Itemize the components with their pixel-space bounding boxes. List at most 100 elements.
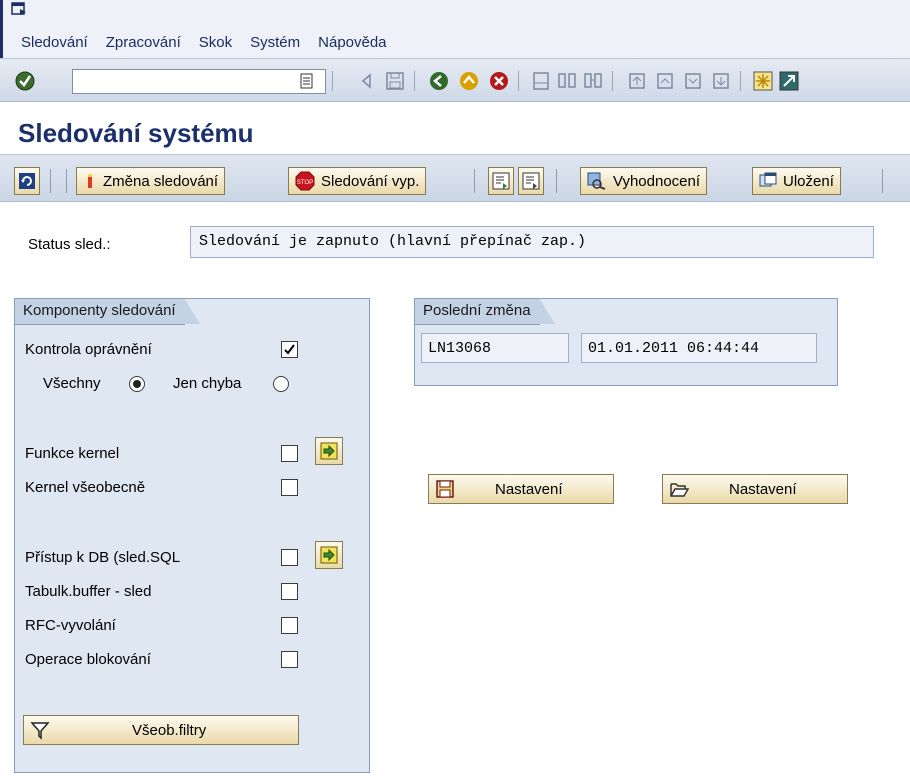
toolbar-separator — [50, 169, 51, 193]
toolbar-separator — [474, 169, 475, 193]
radio-all[interactable] — [129, 376, 145, 392]
pencil-icon — [88, 174, 92, 188]
sap-window: Sledování Zpracování Skok Systém Nápověd… — [0, 0, 910, 779]
svg-text:STOP: STOP — [297, 180, 313, 186]
kernel-functions-detail-button[interactable] — [315, 437, 343, 465]
list-arrow-icon — [522, 172, 540, 190]
last-change-timestamp-field: 01.01.2011 06:44:44 — [581, 333, 817, 363]
prev-page-icon[interactable] — [654, 70, 676, 92]
save-trace-button[interactable]: Uložení — [752, 167, 841, 195]
menu-system[interactable]: Systém — [250, 34, 300, 51]
menu-toggle-icon[interactable] — [11, 2, 27, 16]
menu-sledovani[interactable]: Sledování — [21, 34, 88, 51]
create-shortcut-icon[interactable] — [778, 70, 800, 92]
open-settings-label: Nastavení — [729, 481, 797, 498]
cancel-red-icon[interactable] — [488, 70, 510, 92]
kernel-functions-label: Funkce kernel — [25, 445, 120, 462]
command-field[interactable] — [72, 69, 326, 94]
change-trace-button[interactable]: Změna sledování — [76, 167, 226, 195]
toolbar-separator — [332, 71, 333, 91]
refresh-icon — [19, 173, 35, 189]
last-page-icon[interactable] — [710, 70, 732, 92]
menu-zpracovani[interactable]: Zpracování — [106, 34, 181, 51]
save-trace-label: Uložení — [783, 172, 834, 190]
checkmark-icon — [284, 344, 295, 355]
change-trace-label: Změna sledování — [103, 172, 219, 190]
radio-errors-only[interactable] — [273, 376, 289, 392]
db-access-detail-button[interactable] — [315, 541, 343, 569]
toolbar-separator — [556, 169, 557, 193]
save-disk-icon[interactable] — [384, 70, 406, 92]
rfc-calls-checkbox[interactable] — [281, 617, 298, 634]
standard-toolbar — [0, 58, 910, 102]
evaluate-button[interactable]: Vyhodnocení — [580, 167, 708, 195]
lock-ops-checkbox[interactable] — [281, 651, 298, 668]
auth-check-label: Kontrola oprávnění — [25, 341, 152, 358]
evaluate-label: Vyhodnocení — [613, 172, 701, 190]
find-icon[interactable] — [556, 70, 578, 92]
arrow-right-icon — [320, 442, 338, 460]
kernel-general-checkbox[interactable] — [281, 479, 298, 496]
kernel-functions-checkbox[interactable] — [281, 445, 298, 462]
log-display-button[interactable] — [488, 167, 514, 195]
table-buffer-label: Tabulk.buffer - sled — [25, 583, 152, 600]
enter-check-icon[interactable] — [14, 70, 36, 92]
general-filters-button[interactable]: Všeob.filtry — [23, 715, 299, 745]
analysis-glasses-icon — [587, 172, 606, 190]
print-icon[interactable] — [530, 70, 552, 92]
rfc-calls-label: RFC-vyvolání — [25, 617, 116, 634]
stop-trace-label: Sledování vyp. — [321, 172, 420, 190]
toolbar-separator — [66, 169, 67, 193]
db-access-label: Přístup k DB (sled.SQL — [25, 549, 181, 566]
save-disk-icon — [436, 480, 454, 498]
save-settings-label: Nastavení — [495, 481, 563, 498]
menu-napoveda[interactable]: Nápověda — [318, 34, 386, 51]
refresh-button[interactable] — [14, 167, 40, 195]
back-green-icon[interactable] — [428, 70, 450, 92]
trace-components-group: Komponenty sledování Kontrola oprávnění … — [14, 298, 370, 773]
last-change-group: Poslední změna LN13068 01.01.2011 06:44:… — [414, 298, 838, 386]
last-change-title: Poslední změna — [415, 298, 555, 325]
last-change-user-field: LN13068 — [421, 333, 569, 363]
command-history-icon[interactable] — [300, 73, 314, 90]
toolbar-separator — [740, 71, 741, 91]
open-settings-button[interactable]: Nastavení — [662, 474, 848, 504]
radio-all-label: Všechny — [43, 375, 101, 392]
menu-skok[interactable]: Skok — [199, 34, 232, 51]
open-folder-icon — [670, 483, 689, 497]
application-toolbar: Změna sledování STOP Sledování vyp. Vyho… — [0, 154, 910, 202]
toolbar-separator — [612, 71, 613, 91]
status-field: Sledování je zapnuto (hlavní přepínač za… — [190, 226, 874, 258]
trace-components-title: Komponenty sledování — [15, 298, 200, 325]
stop-sign-icon: STOP — [295, 171, 315, 191]
auth-check-checkbox[interactable] — [281, 341, 298, 358]
filter-funnel-icon — [30, 722, 50, 740]
lock-ops-label: Operace blokování — [25, 651, 151, 668]
menu-bar: Sledování Zpracování Skok Systém Nápověd… — [0, 0, 910, 58]
toolbar-separator — [414, 71, 415, 91]
radio-errors-label: Jen chyba — [173, 375, 242, 392]
back-arrow-icon[interactable] — [356, 70, 378, 92]
next-page-icon[interactable] — [682, 70, 704, 92]
find-next-icon[interactable] — [582, 70, 604, 92]
arrow-right-icon — [320, 546, 338, 564]
radio-selected-dot — [133, 380, 141, 388]
page-title: Sledování systému — [18, 118, 254, 148]
status-label: Status sled.: — [28, 236, 111, 253]
title-area: Sledování systému — [0, 102, 910, 154]
list-green-icon — [492, 172, 510, 190]
log-list-button[interactable] — [518, 167, 544, 195]
save-window-icon — [759, 172, 777, 187]
db-access-checkbox[interactable] — [281, 549, 298, 566]
exit-yellow-icon[interactable] — [458, 70, 480, 92]
toolbar-separator — [882, 169, 883, 193]
first-page-icon[interactable] — [626, 70, 648, 92]
general-filters-label: Všeob.filtry — [132, 722, 207, 739]
stop-trace-button[interactable]: STOP Sledování vyp. — [288, 167, 427, 195]
main-content: Status sled.: Sledování je zapnuto (hlav… — [0, 202, 910, 779]
kernel-general-label: Kernel všeobecně — [25, 479, 146, 496]
toolbar-separator — [518, 71, 519, 91]
table-buffer-checkbox[interactable] — [281, 583, 298, 600]
new-session-icon[interactable] — [752, 70, 774, 92]
save-settings-button[interactable]: Nastavení — [428, 474, 614, 504]
